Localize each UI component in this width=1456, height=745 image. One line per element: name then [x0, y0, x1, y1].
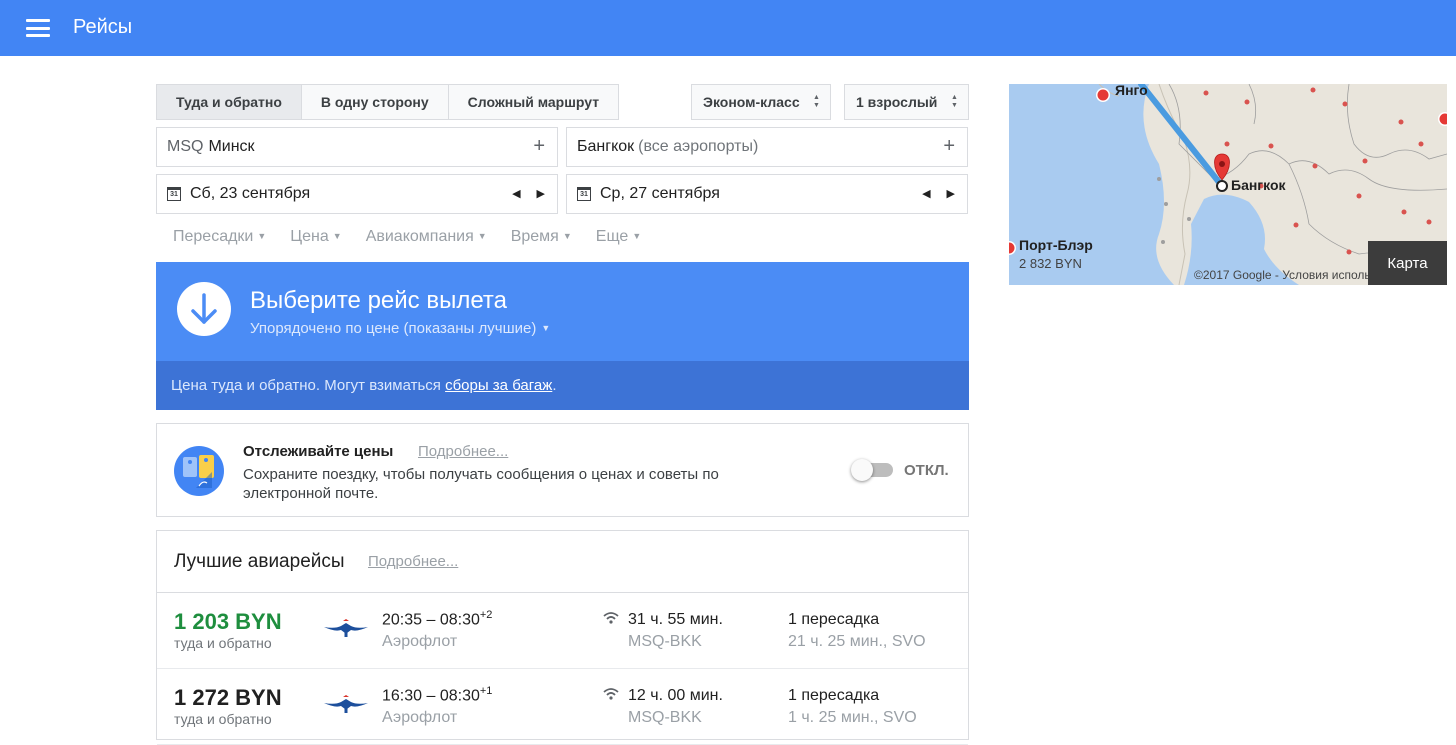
price-tracking-toggle[interactable] [851, 458, 897, 482]
map-label-portblair: Порт-Блэр [1019, 237, 1093, 253]
results-title: Лучшие авиарейсы [174, 551, 345, 572]
banner-note-bar: Цена туда и обратно. Могут взиматься сбо… [156, 361, 969, 410]
passengers-select[interactable]: 1 взрослый ▲ ▼ [844, 84, 969, 120]
origin-code: MSQ [167, 138, 204, 155]
flight-price-sub: туда и обратно [174, 635, 272, 651]
filter-time[interactable]: Время ▼ [511, 228, 572, 246]
banner-title: Выберите рейс вылета [250, 287, 507, 314]
results-header: Лучшие авиарейсы Подробнее... [157, 531, 968, 593]
depart-date-text: Сб, 23 сентября [190, 185, 311, 202]
menu-icon[interactable] [26, 19, 50, 37]
top-app-bar: Рейсы [0, 0, 1456, 56]
caret-down-icon: ▼ [257, 231, 267, 241]
caret-down-icon: ▼ [562, 231, 572, 241]
destination-sub: (все аэропорты) [638, 138, 759, 155]
flight-price-sub: туда и обратно [174, 711, 272, 727]
price-tag-icon [174, 444, 224, 496]
trip-type-oneway[interactable]: В одну сторону [301, 85, 449, 119]
wifi-icon [603, 687, 619, 701]
filter-price[interactable]: Цена ▼ [290, 228, 341, 246]
best-flights-panel: Лучшие авиарейсы Подробнее... 1 203 BYN … [156, 530, 969, 745]
price-tracking-card: Отслеживайте цены Подробнее... Сохраните… [156, 423, 969, 517]
destination-city: Бангкок [577, 138, 635, 155]
origin-field[interactable]: MSQ Минск + [156, 127, 558, 167]
toggle-state-label: ОТКЛ. [904, 462, 949, 479]
caret-down-icon: ▼ [332, 231, 342, 241]
trip-type-selector: Туда и обратно В одну сторону Сложный ма… [156, 84, 620, 120]
aeroflot-logo-icon [323, 619, 369, 639]
calendar-icon: 31 [577, 187, 591, 201]
flight-airline: Аэрофлот [382, 633, 458, 650]
flight-stops: 1 пересадка [788, 687, 880, 704]
map-price-portblair: 2 832 BYN [1019, 256, 1082, 271]
toggle-knob [851, 459, 873, 481]
map-label-bangkok: Бангкок [1231, 177, 1286, 193]
wifi-icon [603, 611, 619, 625]
tracking-title: Отслеживайте цены [243, 443, 394, 460]
flight-airline: Аэрофлот [382, 709, 458, 726]
caret-down-icon: ▼ [477, 231, 487, 241]
flight-times: 16:30 – 08:30+1 [382, 685, 493, 705]
day-offset: +1 [479, 685, 493, 697]
filter-stops[interactable]: Пересадки ▼ [173, 228, 266, 246]
map-label-yangon: Янго [1115, 84, 1148, 98]
calendar-icon: 31 [167, 187, 181, 201]
depart-date-field[interactable]: 31 Сб, 23 сентября ◀ ▶ [156, 174, 558, 214]
sort-order-dropdown[interactable]: Упорядочено по цене (показаны лучшие) ▼ [250, 320, 550, 337]
baggage-fees-link[interactable]: сборы за багаж [445, 377, 552, 394]
caret-down-icon: ▼ [632, 231, 642, 241]
updown-arrows-icon: ▲ ▼ [813, 94, 820, 109]
flight-price: 1 203 BYN [174, 609, 282, 634]
filter-more[interactable]: Еще ▼ [596, 228, 641, 246]
tracking-more-link[interactable]: Подробнее... [418, 443, 508, 460]
updown-arrows-icon: ▲ ▼ [951, 94, 958, 109]
aeroflot-logo-icon [323, 695, 369, 715]
flight-times: 20:35 – 08:30+2 [382, 609, 493, 629]
add-origin-icon[interactable]: + [533, 135, 545, 158]
flight-row[interactable]: 1 272 BYN туда и обратно 16:30 – 08:30+1… [157, 669, 968, 745]
cabin-class-label: Эконом-класс [703, 94, 800, 110]
prev-date-icon[interactable]: ◀ [512, 187, 520, 200]
return-date-field[interactable]: 31 Ср, 27 сентября ◀ ▶ [566, 174, 968, 214]
passengers-label: 1 взрослый [856, 94, 938, 110]
flight-route: MSQ-BKK [628, 633, 702, 650]
cabin-class-select[interactable]: Эконом-класс ▲ ▼ [691, 84, 831, 120]
caret-down-icon: ▼ [541, 323, 551, 333]
arrow-down-icon [177, 282, 231, 336]
day-offset: +2 [479, 609, 493, 621]
flight-stops: 1 пересадка [788, 611, 880, 628]
origin-city: Минск [208, 138, 255, 155]
select-departure-banner: Выберите рейс вылета Упорядочено по цене… [156, 262, 969, 410]
prev-date-icon[interactable]: ◀ [922, 187, 930, 200]
price-note: Цена туда и обратно. Могут взиматься сбо… [171, 377, 557, 394]
flight-duration: 12 ч. 00 мин. [628, 687, 723, 704]
filter-airline[interactable]: Авиакомпания ▼ [366, 228, 487, 246]
next-date-icon[interactable]: ▶ [537, 187, 545, 200]
flight-route: MSQ-BKK [628, 709, 702, 726]
tracking-description: Сохраните поездку, чтобы получать сообще… [243, 466, 719, 502]
flight-price: 1 272 BYN [174, 685, 282, 710]
flight-layover: 21 ч. 25 мин., SVO [788, 633, 926, 650]
page-title: Рейсы [73, 16, 133, 38]
return-date-text: Ср, 27 сентября [600, 185, 720, 202]
next-date-icon[interactable]: ▶ [947, 187, 955, 200]
flight-duration: 31 ч. 55 мин. [628, 611, 723, 628]
flight-row[interactable]: 1 203 BYN туда и обратно 20:35 – 08:30+2… [157, 593, 968, 669]
results-more-link[interactable]: Подробнее... [368, 553, 458, 570]
filter-bar: Пересадки ▼ Цена ▼ Авиакомпания ▼ Время ▼ Ещ… [173, 228, 641, 246]
trip-type-roundtrip[interactable]: Туда и обратно [157, 85, 302, 119]
route-map[interactable]: Янго Бангкок Порт-Блэр 2 832 BYN ©2017 G… [1009, 84, 1447, 285]
add-destination-icon[interactable]: + [943, 135, 955, 158]
destination-field[interactable]: Бангкок (все аэропорты) + [566, 127, 968, 167]
map-expand-button[interactable]: Карта [1368, 241, 1447, 285]
flight-layover: 1 ч. 25 мин., SVO [788, 709, 917, 726]
trip-type-multicity[interactable]: Сложный маршрут [448, 85, 619, 119]
